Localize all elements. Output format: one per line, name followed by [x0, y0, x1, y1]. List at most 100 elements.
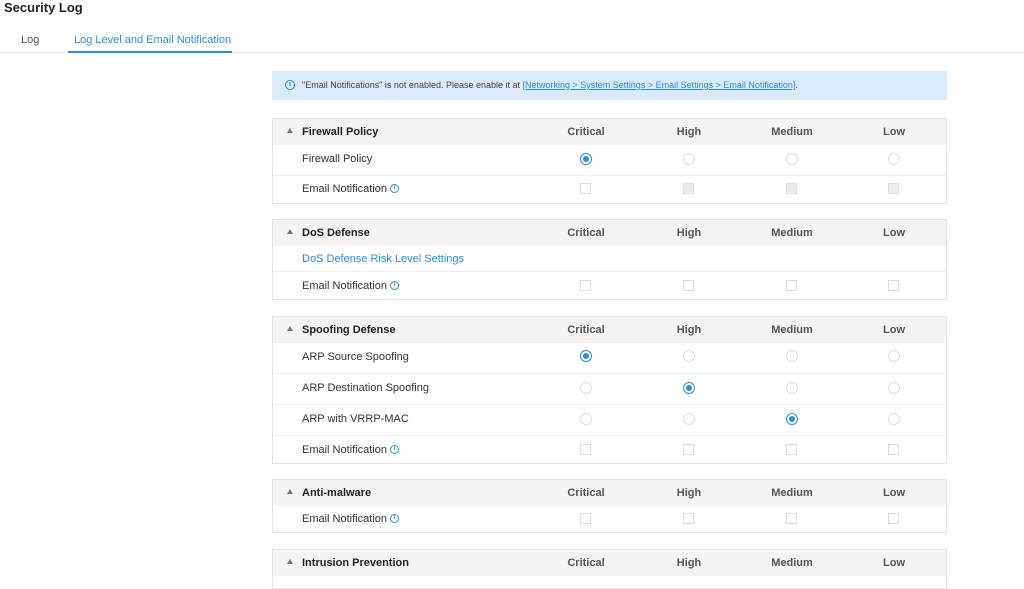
row-dos-risk-level: DoS Defense Risk Level Settings: [273, 246, 946, 272]
checkbox-low: [888, 183, 899, 194]
section-header: DoS Defense Critical High Medium Low: [273, 220, 946, 246]
email-settings-link[interactable]: [Networking > System Settings > Email Se…: [523, 80, 796, 90]
section-intrusion-prevention: Intrusion Prevention Critical High Mediu…: [272, 549, 947, 589]
info-icon[interactable]: i: [389, 513, 399, 523]
section-header: Intrusion Prevention Critical High Mediu…: [273, 550, 946, 576]
tab-log[interactable]: Log: [21, 33, 39, 47]
section-title: Spoofing Defense: [302, 324, 396, 336]
row-label: Email Notification i: [302, 279, 399, 293]
checkbox-high: [683, 183, 694, 194]
column-low: Low: [883, 227, 905, 239]
radio-low[interactable]: [888, 413, 900, 425]
info-icon[interactable]: i: [389, 444, 399, 454]
section-anti-malware: Anti-malware Critical High Medium Low Em…: [272, 479, 947, 533]
radio-medium[interactable]: [786, 153, 798, 165]
tab-bar: Log Log Level and Email Notification: [0, 28, 1024, 53]
row-email-notification: Email Notification i: [273, 436, 946, 463]
column-medium: Medium: [771, 227, 813, 239]
row-arp-source-spoofing: ARP Source Spoofing: [273, 343, 946, 374]
caret-up-icon[interactable]: [287, 128, 293, 133]
column-critical: Critical: [567, 557, 605, 569]
row-label: Email Notification i: [302, 182, 399, 196]
section-spoofing-defense: Spoofing Defense Critical High Medium Lo…: [272, 316, 947, 464]
checkbox-medium[interactable]: [786, 444, 797, 455]
row-firewall-policy: Firewall Policy: [273, 145, 946, 176]
section-title: Intrusion Prevention: [302, 557, 409, 569]
info-icon[interactable]: i: [389, 183, 399, 193]
radio-critical[interactable]: [580, 413, 592, 425]
section-header: Anti-malware Critical High Medium Low: [273, 480, 946, 506]
radio-critical[interactable]: [580, 382, 592, 394]
info-icon: i: [285, 79, 295, 90]
dos-risk-level-settings-link[interactable]: DoS Defense Risk Level Settings: [302, 252, 464, 266]
checkbox-low[interactable]: [888, 280, 899, 291]
row-label: Email Notification i: [302, 443, 399, 457]
column-high: High: [676, 557, 702, 569]
info-icon[interactable]: i: [389, 280, 399, 290]
section-title: DoS Defense: [302, 227, 370, 239]
checkbox-high[interactable]: [683, 444, 694, 455]
checkbox-critical[interactable]: [580, 444, 591, 455]
checkbox-critical[interactable]: [580, 183, 591, 194]
radio-medium[interactable]: [786, 350, 798, 362]
section-header: Spoofing Defense Critical High Medium Lo…: [273, 317, 946, 343]
column-critical: Critical: [567, 227, 605, 239]
checkbox-low[interactable]: [888, 444, 899, 455]
row-arp-with-vrrp-mac: ARP with VRRP-MAC: [273, 405, 946, 436]
radio-critical[interactable]: [580, 153, 592, 165]
column-medium: Medium: [771, 557, 813, 569]
row-label: ARP with VRRP-MAC: [302, 413, 409, 425]
section-dos-defense: DoS Defense Critical High Medium Low DoS…: [272, 219, 947, 300]
radio-high[interactable]: [683, 382, 695, 394]
radio-medium[interactable]: [786, 382, 798, 394]
row-label: ARP Destination Spoofing: [302, 382, 429, 394]
section-firewall-policy: Firewall Policy Critical High Medium Low…: [272, 118, 947, 204]
checkbox-high[interactable]: [683, 280, 694, 291]
checkbox-critical[interactable]: [580, 280, 591, 291]
radio-low[interactable]: [888, 350, 900, 362]
column-high: High: [676, 227, 702, 239]
column-medium: Medium: [771, 324, 813, 336]
checkbox-critical[interactable]: [580, 513, 591, 524]
active-tab-indicator: [68, 51, 232, 53]
row-label: ARP Source Spoofing: [302, 351, 409, 363]
radio-critical[interactable]: [580, 350, 592, 362]
column-critical: Critical: [567, 487, 605, 499]
radio-low[interactable]: [888, 382, 900, 394]
row-email-notification: Email Notification i: [273, 506, 946, 532]
notice-suffix: .: [795, 80, 798, 90]
section-header: Firewall Policy Critical High Medium Low: [273, 119, 946, 145]
caret-up-icon[interactable]: [287, 489, 293, 494]
checkbox-high[interactable]: [683, 513, 694, 524]
row-email-notification: Email Notification i: [273, 272, 946, 299]
radio-low[interactable]: [888, 153, 900, 165]
column-high: High: [676, 126, 702, 138]
radio-high[interactable]: [683, 350, 695, 362]
row-email-notification: Email Notification i: [273, 176, 946, 203]
checkbox-medium[interactable]: [786, 513, 797, 524]
tab-log-level-email-notification[interactable]: Log Level and Email Notification: [74, 33, 231, 47]
column-medium: Medium: [771, 487, 813, 499]
checkbox-medium[interactable]: [786, 280, 797, 291]
column-low: Low: [883, 126, 905, 138]
notice-text: "Email Notifications" is not enabled. Pl…: [302, 80, 523, 90]
row-label: Firewall Policy: [302, 153, 373, 165]
radio-high[interactable]: [683, 153, 695, 165]
checkbox-low[interactable]: [888, 513, 899, 524]
caret-up-icon[interactable]: [287, 559, 293, 564]
column-high: High: [676, 487, 702, 499]
column-low: Low: [883, 487, 905, 499]
section-title: Anti-malware: [302, 487, 372, 499]
column-critical: Critical: [567, 126, 605, 138]
column-medium: Medium: [771, 126, 813, 138]
radio-high[interactable]: [683, 413, 695, 425]
radio-medium[interactable]: [786, 413, 798, 425]
row-label: Email Notification i: [302, 512, 399, 526]
column-high: High: [676, 324, 702, 336]
caret-up-icon[interactable]: [287, 326, 293, 331]
email-notification-notice: i "Email Notifications" is not enabled. P…: [272, 71, 947, 100]
row-arp-destination-spoofing: ARP Destination Spoofing: [273, 374, 946, 405]
page-title: Security Log: [4, 0, 83, 15]
caret-up-icon[interactable]: [287, 229, 293, 234]
column-low: Low: [883, 324, 905, 336]
